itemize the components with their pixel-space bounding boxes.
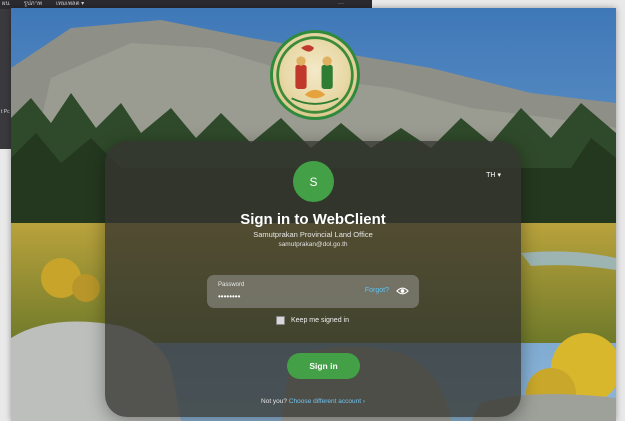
- password-field[interactable]: Password Forgot?: [207, 275, 419, 308]
- organization-name: Samutprakan Provincial Land Office: [253, 230, 373, 239]
- not-you-row: Not you? Choose different account ›: [105, 398, 521, 405]
- account-email: samutprakan@dol.go.th: [278, 241, 348, 248]
- background-panel-text: t Pc: [1, 109, 10, 115]
- keep-signed-in-row[interactable]: Keep me signed in: [276, 316, 349, 325]
- chevron-down-icon: ▾: [497, 172, 501, 179]
- provincial-seal-icon: [270, 30, 360, 120]
- show-password-eye-icon[interactable]: [396, 286, 409, 296]
- password-input[interactable]: [218, 290, 338, 302]
- keep-signed-in-label[interactable]: Keep me signed in: [291, 317, 349, 324]
- forgot-password-link[interactable]: Forgot?: [365, 287, 389, 294]
- not-you-text: Not you?: [261, 398, 288, 405]
- background-menu-item[interactable]: ผน: [2, 0, 10, 9]
- language-label: TH: [486, 171, 496, 179]
- language-selector[interactable]: TH ▾: [486, 171, 501, 180]
- page-title: Sign in to WebClient: [240, 211, 386, 228]
- login-card: S TH ▾ Sign in to WebClient Samutprakan …: [105, 141, 521, 417]
- sign-in-button[interactable]: Sign in: [287, 353, 360, 379]
- login-window: S TH ▾ Sign in to WebClient Samutprakan …: [11, 8, 616, 421]
- password-label: Password: [218, 282, 245, 288]
- choose-different-account-link[interactable]: Choose different account ›: [289, 398, 365, 405]
- keep-signed-in-checkbox[interactable]: [276, 316, 285, 325]
- account-avatar: S: [293, 161, 334, 202]
